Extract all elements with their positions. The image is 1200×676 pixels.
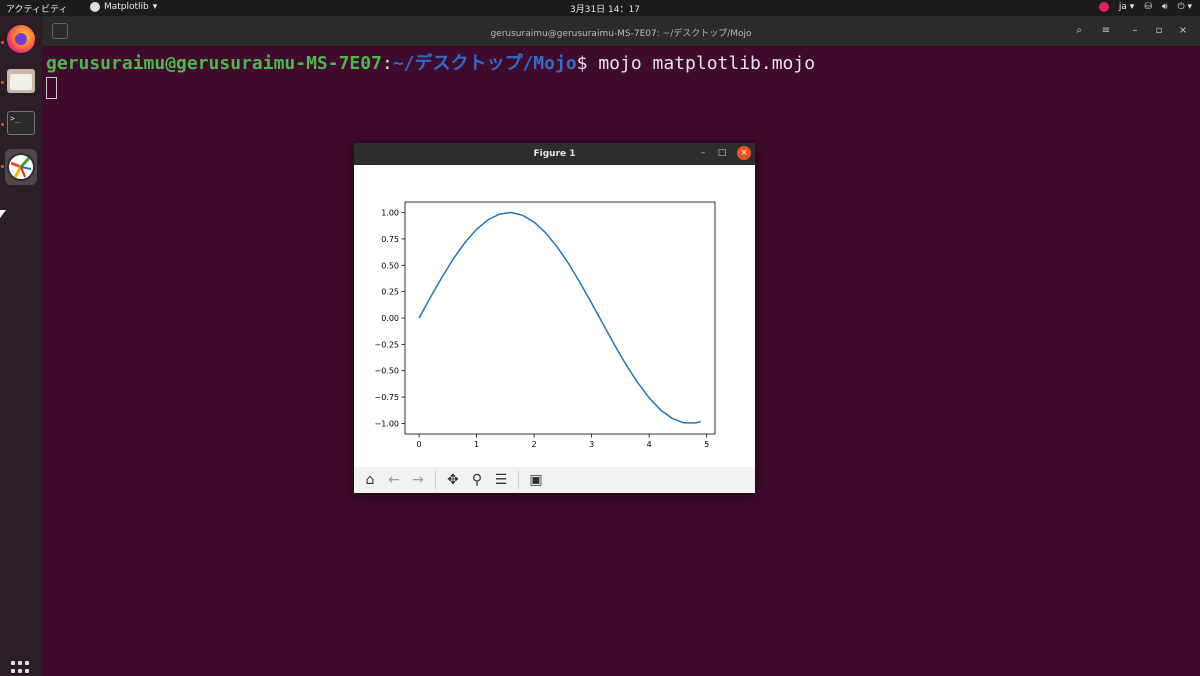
close-icon[interactable]: × (737, 146, 751, 160)
hamburger-menu-icon[interactable]: ≡ (1096, 22, 1116, 40)
app-menu-label: Matplotlib (104, 2, 149, 12)
x-tick-label: 4 (647, 440, 652, 449)
pan-icon[interactable]: ✥ (443, 470, 463, 490)
series-line (418, 211, 702, 424)
prompt-line: gerusuraimu@gerusuraimu-MS-7E07:~/デスクトップ… (46, 49, 1196, 75)
clock[interactable]: 3月31日 14：17 (570, 2, 640, 15)
configure-subplots-icon[interactable]: ☰ (491, 470, 511, 490)
figure-toolbar: ⌂ ← → ✥ ⚲ ☰ ▣ (354, 467, 755, 493)
dock: >_ (0, 16, 42, 676)
y-tick-label: −0.25 (374, 340, 399, 349)
y-tick-label: 0.75 (381, 235, 399, 244)
maximize-icon[interactable]: ▫ (1149, 22, 1169, 40)
volume-icon[interactable]: 🔊︎ (1162, 2, 1168, 12)
figure-window[interactable]: Figure 1 – □ × 0 1 2 3 4 5 1.00 0.75 0.50 0.25 0.0… (354, 143, 755, 493)
prompt-command: $ mojo matplotlib.mojo (576, 53, 816, 74)
prompt-user: gerusuraimu@gerusuraimu-MS-7E07 (46, 53, 382, 74)
minimize-icon[interactable]: – (1125, 22, 1145, 40)
x-tick-label: 2 (532, 440, 537, 449)
search-icon[interactable]: ⌕ (1069, 22, 1089, 40)
prompt-colon: : (381, 53, 393, 74)
activities-button[interactable]: アクティビティ (6, 2, 67, 15)
y-tick-label: −1.00 (374, 419, 399, 428)
running-indicator (1, 81, 4, 84)
x-tick-label: 3 (589, 440, 594, 449)
axes-frame (404, 201, 716, 435)
y-tick-label: 0.25 (381, 288, 399, 297)
apps-grid-icon[interactable] (11, 661, 31, 676)
x-tick-label: 1 (474, 440, 479, 449)
mouse-cursor (0, 210, 6, 218)
running-indicator (1, 41, 4, 44)
save-icon[interactable]: ▣ (526, 470, 546, 490)
x-tick-label: 0 (417, 440, 422, 449)
x-tick-label: 5 (704, 440, 709, 449)
top-bar: アクティビティ Matplotlib ▾ 3月31日 14：17 ja ▾ ⛁ … (0, 0, 1200, 16)
input-method-label: ja (1118, 2, 1127, 12)
plot-canvas[interactable]: 0 1 2 3 4 5 1.00 0.75 0.50 0.25 0.00 −0.25 −0.50 −0.7… (354, 165, 755, 467)
figure-titlebar[interactable]: Figure 1 – □ × (354, 143, 755, 165)
toolbar-separator (518, 471, 519, 489)
running-indicator (1, 123, 4, 126)
dock-item-files[interactable] (5, 65, 37, 97)
chevron-down-icon: ▾ (152, 2, 158, 12)
terminal-title: gerusuraimu@gerusuraimu-MS-7E07: ~/デスクトッ… (490, 29, 752, 39)
app-menu[interactable]: Matplotlib ▾ (90, 2, 157, 12)
figure-title: Figure 1 (533, 149, 576, 159)
running-indicator (1, 165, 4, 168)
input-method-indicator[interactable]: ja ▾ (1119, 2, 1134, 12)
close-icon[interactable]: × (1173, 22, 1193, 40)
maximize-icon[interactable]: □ (715, 146, 729, 160)
back-icon[interactable]: ← (384, 470, 404, 490)
matplotlib-app-icon (90, 2, 100, 12)
toolbar-separator (435, 471, 436, 489)
dock-item-matplotlib[interactable] (5, 149, 37, 185)
y-tick-label: −0.50 (374, 367, 399, 376)
zoom-icon[interactable]: ⚲ (467, 470, 487, 490)
forward-icon[interactable]: → (408, 470, 428, 490)
power-icon[interactable]: ⏻ ▾ (1178, 2, 1193, 12)
minimize-icon[interactable]: – (696, 146, 710, 160)
dock-item-firefox[interactable] (5, 23, 37, 55)
line-chart[interactable]: 0 1 2 3 4 5 1.00 0.75 0.50 0.25 0.00 −0.25 −0.50 −0.7… (354, 165, 755, 467)
matplotlib-icon (7, 153, 35, 181)
do-not-disturb-icon[interactable] (1098, 2, 1109, 12)
home-icon[interactable]: ⌂ (360, 470, 380, 490)
network-icon[interactable]: ⛁ (1144, 2, 1152, 12)
y-tick-label: −0.75 (374, 393, 399, 402)
system-tray[interactable]: ja ▾ ⛁ 🔊︎ ⏻ ▾ (1098, 2, 1193, 12)
y-tick-label: 0.00 (381, 314, 399, 323)
terminal-cursor (46, 77, 57, 99)
y-tick-label: 0.50 (381, 261, 399, 270)
firefox-icon (7, 25, 35, 53)
prompt-path: ~/デスクトップ/Mojo (392, 53, 577, 74)
y-tick-label: 1.00 (381, 209, 399, 218)
terminal-titlebar[interactable]: gerusuraimu@gerusuraimu-MS-7E07: ~/デスクトッ… (42, 16, 1200, 46)
dock-item-terminal[interactable]: >_ (5, 107, 37, 139)
files-icon (7, 69, 35, 93)
terminal-icon: >_ (7, 111, 35, 135)
